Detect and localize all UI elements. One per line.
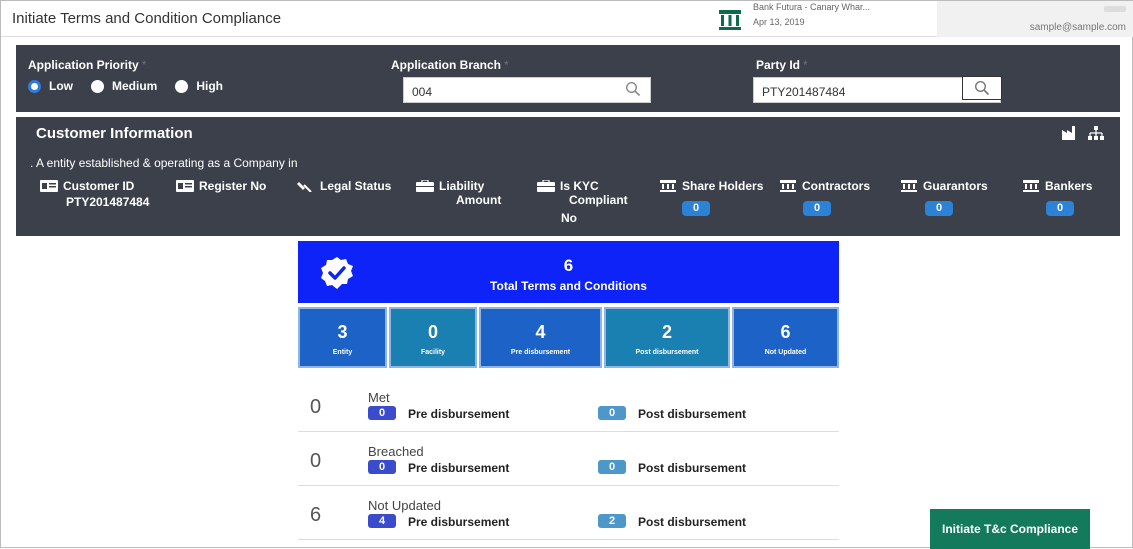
stat-not-updated[interactable]: 6 Not Updated xyxy=(732,307,839,368)
app-frame: Initiate Terms and Condition Compliance … xyxy=(0,0,1133,549)
customer-id-value: PTY201487484 xyxy=(66,195,150,209)
branch-label: Application Branch * xyxy=(391,58,509,72)
user-menu[interactable]: sample@sample.com xyxy=(937,1,1133,37)
total-count: 6 xyxy=(563,256,574,275)
pre-count-badge: 0 xyxy=(368,460,396,474)
institution-icon xyxy=(660,180,676,192)
briefcase-icon xyxy=(537,180,555,192)
gavel-icon xyxy=(297,182,312,192)
branch-search-button[interactable] xyxy=(622,78,644,100)
institution-icon xyxy=(780,180,796,192)
priority-radio-group: Low Medium High xyxy=(28,79,241,93)
contractors-field[interactable]: Contractors xyxy=(779,179,870,193)
post-count-badge: 0 xyxy=(598,460,626,474)
radio-checked-icon xyxy=(28,79,41,93)
priority-high-radio[interactable]: High xyxy=(175,79,223,93)
guarantors-count[interactable]: 0 xyxy=(925,201,953,216)
pre-count-badge: 4 xyxy=(368,514,396,528)
legal-status-field: Legal Status xyxy=(297,179,391,193)
hierarchy-icon[interactable] xyxy=(1088,126,1104,140)
id-card-icon xyxy=(176,180,194,192)
post-count-badge: 0 xyxy=(598,406,626,420)
customer-info-title: Customer Information xyxy=(36,125,193,142)
priority-medium-radio[interactable]: Medium xyxy=(91,79,157,93)
post-count-badge: 2 xyxy=(598,514,626,528)
id-card-icon xyxy=(40,180,58,192)
branch-input[interactable]: 004 xyxy=(403,77,651,103)
radio-icon xyxy=(91,79,104,93)
share-holders-count[interactable]: 0 xyxy=(682,201,710,216)
page-title: Initiate Terms and Condition Compliance xyxy=(12,10,282,27)
liability-amount-field: Liability Amount xyxy=(416,179,501,207)
party-id-label: Party Id * xyxy=(756,58,808,72)
search-icon xyxy=(625,81,641,97)
bankers-count[interactable]: 0 xyxy=(1046,201,1074,216)
business-date: Apr 13, 2019 xyxy=(753,17,805,27)
priority-low-radio[interactable]: Low xyxy=(28,79,73,93)
radio-icon xyxy=(175,79,189,93)
status-row-met[interactable]: 0 Met 0 Pre disbursement 0 Post disburse… xyxy=(298,378,839,432)
institution-icon xyxy=(901,180,917,192)
register-no-field: Register No xyxy=(176,179,266,193)
institution-icon xyxy=(1023,180,1039,192)
stat-post-disbursement[interactable]: 2 Post disbursement xyxy=(604,307,730,368)
industry-icon[interactable] xyxy=(1062,126,1078,140)
customer-description: . A entity established & operating as a … xyxy=(30,156,298,170)
bankers-field[interactable]: Bankers xyxy=(1022,179,1092,193)
stat-entity[interactable]: 3 Entity xyxy=(298,307,387,368)
search-icon xyxy=(974,80,990,96)
bank-icon xyxy=(719,10,741,30)
contractors-count[interactable]: 0 xyxy=(803,201,831,216)
customer-information-panel: Customer Information . A entity establis… xyxy=(16,117,1120,236)
application-panel: Application Priority * Low Medium High Ap… xyxy=(16,45,1120,112)
pre-count-badge: 0 xyxy=(368,406,396,420)
stat-facility[interactable]: 0 Facility xyxy=(389,307,477,368)
total-label: Total Terms and Conditions xyxy=(490,279,647,293)
priority-label: Application Priority * xyxy=(28,58,147,72)
customer-id-field: Customer ID PTY201487484 xyxy=(40,179,149,209)
kyc-value: No xyxy=(561,211,577,225)
customer-info-tools xyxy=(1062,126,1104,140)
initiate-compliance-button[interactable]: Initiate T&c Compliance xyxy=(930,509,1090,549)
avatar xyxy=(1104,6,1126,12)
share-holders-field[interactable]: Share Holders xyxy=(659,179,763,193)
kyc-compliant-field: Is KYC Compliant No xyxy=(537,179,628,225)
guarantors-field[interactable]: Guarantors xyxy=(900,179,988,193)
status-row-not-updated[interactable]: 6 Not Updated 4 Pre disbursement 2 Post … xyxy=(298,486,839,540)
top-bar: Initiate Terms and Condition Compliance … xyxy=(1,1,1133,37)
total-terms-card[interactable]: 6 Total Terms and Conditions xyxy=(298,241,839,303)
briefcase-icon xyxy=(416,180,434,192)
bank-name: Bank Futura - Canary Whar... xyxy=(753,2,871,12)
stat-pre-disbursement[interactable]: 4 Pre disbursement xyxy=(479,307,602,368)
party-search-button[interactable] xyxy=(962,76,1002,100)
status-row-breached[interactable]: 0 Breached 0 Pre disbursement 0 Post dis… xyxy=(298,432,839,486)
user-email: sample@sample.com xyxy=(1029,22,1126,33)
